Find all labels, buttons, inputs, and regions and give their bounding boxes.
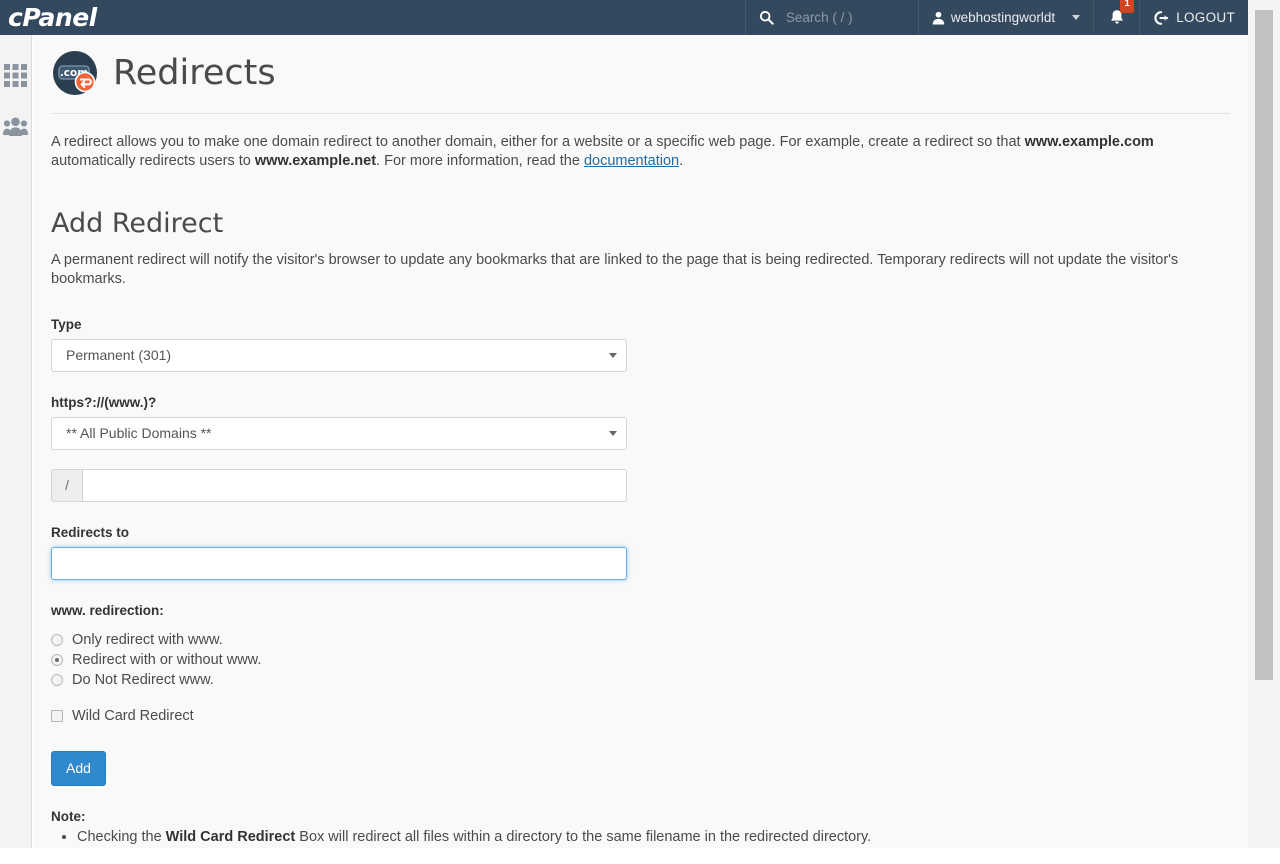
user-icon [932, 11, 945, 25]
search-placeholder: Search ( / ) [785, 10, 853, 25]
sidebar-item-user-manager[interactable] [0, 101, 31, 153]
window-bottom-strip [0, 848, 1280, 864]
top-header-bar: cPanel Search ( / ) webhostingworldt 1 L… [0, 0, 1248, 35]
note-text-bold: Wild Card Redirect [165, 828, 296, 845]
radio-label: Redirect with or without www. [72, 651, 262, 668]
chevron-down-icon [1072, 15, 1081, 20]
radio-label: Only redirect with www. [72, 631, 223, 648]
intro-text-4: . [679, 153, 684, 170]
logout-label: LOGOUT [1176, 10, 1235, 25]
sign-out-icon [1153, 10, 1169, 26]
notifications-button[interactable]: 1 [1093, 0, 1139, 35]
page-intro: A redirect allows you to make one domain… [51, 133, 1211, 171]
type-select-value: Permanent (301) [66, 347, 172, 363]
type-select[interactable]: Permanent (301) [51, 338, 627, 372]
intro-text-2: automatically redirects users to [51, 153, 255, 170]
intro-text-1: A redirect allows you to make one domain… [51, 134, 1025, 150]
left-sidebar [0, 35, 32, 848]
users-icon [3, 117, 28, 137]
note-title: Note: [51, 808, 86, 824]
path-input[interactable] [82, 468, 627, 502]
intro-domain-target: www.example.net [254, 153, 377, 170]
vertical-scrollbar-thumb[interactable] [1255, 10, 1273, 680]
wildcard-label: Wild Card Redirect [72, 707, 194, 724]
redirects-icon: .com [51, 49, 99, 97]
type-label: Type [51, 316, 82, 332]
intro-text-3: . For more information, read the [376, 153, 584, 170]
radio-do-not-redirect-www[interactable]: Do Not Redirect www. [51, 670, 1230, 690]
checkbox-icon [51, 709, 63, 722]
user-menu[interactable]: webhostingworldt [917, 0, 1093, 35]
domain-label: https?://(www.)? [51, 394, 157, 410]
wildcard-redirect-checkbox[interactable]: Wild Card Redirect [51, 706, 1230, 726]
radio-with-or-without-www[interactable]: Redirect with or without www. [51, 650, 1230, 670]
add-button[interactable]: Add [51, 750, 106, 786]
intro-domain-source: www.example.com [1024, 134, 1154, 150]
destination-input[interactable] [51, 546, 627, 580]
add-redirect-description: A permanent redirect will notify the vis… [51, 252, 1179, 288]
page-title: Redirects [113, 52, 276, 93]
page-header: .com Redirects [51, 35, 1230, 114]
sidebar-item-tools[interactable] [0, 49, 31, 101]
path-prefix-addon: / [51, 468, 82, 502]
www-redirection-label: www. redirection: [51, 602, 164, 618]
radio-icon [51, 633, 63, 646]
note-text-post: Box will redirect all files within a dir… [295, 828, 872, 845]
radio-icon-selected [51, 653, 63, 666]
chevron-down-icon [609, 352, 617, 358]
grid-icon [4, 63, 27, 87]
search-icon [759, 10, 774, 25]
add-redirect-heading: Add Redirect [51, 208, 224, 240]
note-text-pre: Checking the [77, 828, 166, 845]
radio-only-with-www[interactable]: Only redirect with www. [51, 630, 1230, 650]
logout-button[interactable]: LOGOUT [1139, 0, 1248, 35]
user-name: webhostingworldt [950, 10, 1056, 25]
cpanel-logo[interactable]: cPanel [0, 0, 110, 35]
note-item: Checking the Wild Card Redirect Box will… [77, 828, 1230, 847]
notification-count-badge: 1 [1120, 0, 1135, 13]
note-list: Checking the Wild Card Redirect Box will… [51, 828, 1230, 849]
www-redirection-radio-group: Only redirect with www. Redirect with or… [51, 630, 1230, 690]
main-content: .com Redirects A redirect allows you to … [33, 35, 1248, 848]
documentation-link[interactable]: documentation [584, 153, 679, 169]
search-input[interactable]: Search ( / ) [744, 0, 918, 35]
radio-label: Do Not Redirect www. [72, 671, 214, 688]
domain-select[interactable]: ** All Public Domains ** [51, 416, 627, 450]
chevron-down-icon [609, 430, 617, 436]
path-input-group: / [51, 468, 627, 502]
destination-label: Redirects to [51, 524, 130, 540]
domain-select-value: ** All Public Domains ** [66, 425, 212, 441]
radio-icon [51, 673, 63, 686]
